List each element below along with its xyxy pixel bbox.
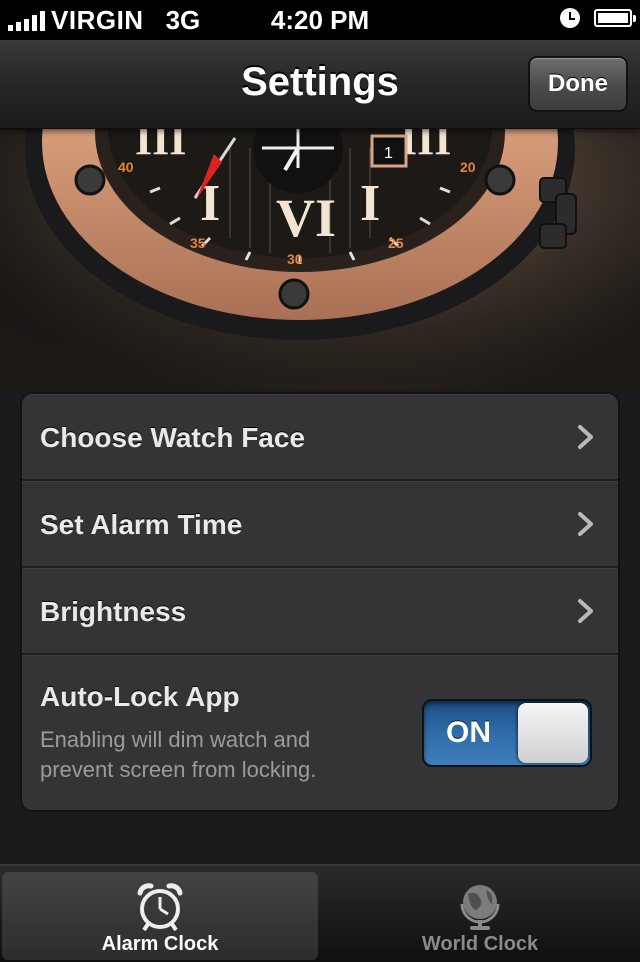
row-brightness[interactable]: Brightness	[22, 568, 618, 655]
row-set-alarm-time[interactable]: Set Alarm Time	[22, 481, 618, 568]
row-label: Brightness	[40, 596, 187, 627]
auto-lock-description: Enabling will dim watch and prevent scre…	[40, 727, 317, 782]
tab-alarm-clock[interactable]: Alarm Clock	[2, 872, 318, 960]
svg-text:40: 40	[118, 159, 134, 175]
row-choose-watch-face[interactable]: Choose Watch Face	[22, 394, 618, 481]
globe-icon	[460, 885, 500, 930]
svg-text:35: 35	[190, 235, 206, 251]
battery-icon	[594, 9, 636, 27]
status-bar: VIRGIN 3G 4:20 PM	[0, 0, 640, 40]
row-label: Choose Watch Face	[40, 422, 306, 453]
svg-text:30: 30	[287, 251, 303, 267]
tab-label: Alarm Clock	[101, 933, 219, 955]
auto-lock-label: Auto-Lock App	[40, 681, 240, 712]
tab-bar: Alarm Clock World Clock	[0, 864, 640, 962]
row-auto-lock: Auto-Lock App Enabling will dim watch an…	[22, 655, 618, 810]
alarm-clock-icon	[137, 883, 183, 932]
svg-text:III: III	[135, 128, 186, 164]
settings-list: Choose Watch Face Set Alarm Time Brightn…	[20, 392, 620, 812]
toggle-on-label: ON	[446, 716, 491, 749]
alarm-status-icon	[560, 8, 580, 28]
chevron-right-icon	[578, 599, 593, 623]
svg-text:20: 20	[460, 159, 476, 175]
svg-text:25: 25	[388, 235, 404, 251]
svg-text:I: I	[360, 175, 380, 232]
watch-image: VI I I III III 35 25 40 20 30 1	[0, 128, 640, 390]
chevron-right-icon	[578, 512, 593, 536]
tab-world-clock[interactable]: World Clock	[322, 872, 638, 960]
tab-label: World Clock	[421, 933, 539, 955]
chevron-right-icon	[578, 425, 593, 449]
row-label: Set Alarm Time	[40, 509, 243, 540]
navigation-bar: Settings Done	[0, 40, 640, 129]
watch-face-preview: VI I I III III 35 25 40 20 30 1	[0, 128, 640, 390]
auto-lock-toggle[interactable]: ON	[422, 699, 592, 767]
done-button[interactable]: Done	[528, 56, 628, 112]
svg-text:1: 1	[384, 145, 393, 162]
svg-text:VI: VI	[276, 188, 336, 248]
toggle-knob[interactable]	[518, 703, 588, 763]
svg-text:III: III	[400, 128, 451, 164]
status-time: 4:20 PM	[270, 5, 370, 35]
